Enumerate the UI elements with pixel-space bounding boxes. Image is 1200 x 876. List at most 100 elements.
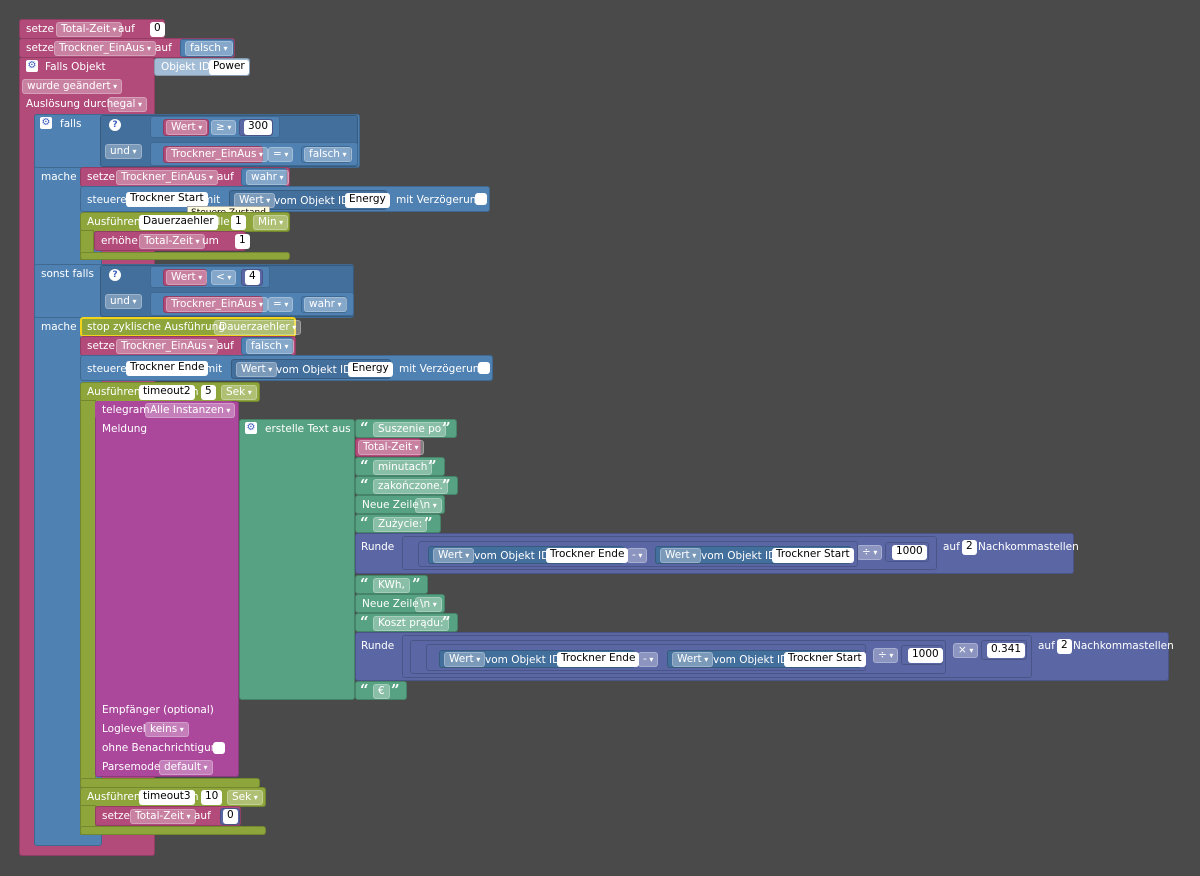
text-field[interactable]: Suszenie po [373, 422, 447, 437]
number-block[interactable]: 300 [239, 119, 273, 136]
newline-dropdown[interactable]: \n [415, 498, 442, 513]
timeout-number[interactable]: 10 [201, 790, 223, 805]
text-block[interactable]: “ Suszenie po ” [355, 419, 457, 438]
timeout-name-field[interactable]: timeout3 [139, 790, 195, 805]
target-object-field[interactable]: Trockner Start [126, 192, 208, 207]
interval-block[interactable]: Ausführen Dauerzaehler alle 1 Min [80, 212, 290, 232]
text-block[interactable]: “ zakończone. ” [355, 476, 458, 495]
boolean-block[interactable]: wahr [241, 168, 289, 186]
boolean-block[interactable]: wahr [301, 296, 347, 313]
object-id-field[interactable]: Energy [348, 362, 393, 377]
variable-dropdown[interactable]: Total-Zeit [56, 22, 122, 37]
object-id-field[interactable]: Power [209, 60, 249, 75]
object-id-field[interactable]: Trockner Ende [546, 548, 629, 563]
variable-dropdown[interactable]: Trockner_EinAus [166, 147, 268, 162]
set-total-zeit-block[interactable]: setze Total-Zeit auf 0 [19, 19, 165, 39]
variable-block[interactable]: Trockner_EinAus [163, 296, 268, 313]
delay-checkbox[interactable] [475, 193, 487, 205]
stop-interval-block[interactable]: stop zyklische Ausführung Dauerzaehler [80, 317, 302, 337]
logic-dropdown[interactable]: und [105, 294, 142, 309]
create-text-block[interactable] [239, 419, 355, 700]
variable-dropdown[interactable]: Total-Zeit [358, 440, 424, 455]
value-block[interactable]: Wert [163, 119, 209, 136]
text-block[interactable]: “ Koszt prądu: ” [355, 613, 458, 632]
interval-name-dropdown[interactable]: Dauerzaehler [214, 320, 302, 335]
target-object-field[interactable]: Trockner Ende [126, 361, 209, 376]
unit-dropdown[interactable]: Min [253, 215, 289, 230]
timeout-name-field[interactable]: timeout2 [139, 385, 195, 400]
get-value-block[interactable]: Wert vom Objekt ID Trockner Ende [439, 650, 640, 668]
value-dropdown[interactable]: Wert [166, 270, 208, 285]
digits-field[interactable]: 2 [962, 540, 977, 555]
number-input[interactable]: 1000 [908, 648, 943, 663]
value-dropdown[interactable]: Wert [672, 652, 714, 667]
gear-icon[interactable]: ⚙ [40, 117, 52, 129]
boolean-dropdown[interactable]: falsch [185, 41, 233, 56]
value-dropdown[interactable]: Wert [236, 362, 278, 377]
divide-operator[interactable]: ÷ [857, 545, 883, 560]
text-field[interactable]: minutach [373, 460, 433, 475]
number-block[interactable]: 0.341 [981, 640, 1027, 660]
operator-dropdown[interactable]: = [268, 297, 294, 312]
boolean-dropdown[interactable]: falsch [304, 147, 352, 162]
set-trockner-falsch-block[interactable]: setze Trockner_EinAus auf falsch [80, 336, 296, 356]
number-input[interactable]: 300 [244, 120, 273, 135]
object-id-field[interactable]: Energy [345, 193, 390, 208]
delay-checkbox[interactable] [478, 362, 490, 374]
boolean-dropdown[interactable]: wahr [246, 170, 289, 185]
subtract-block[interactable]: Wert vom Objekt ID Trockner Ende - Wert … [426, 644, 866, 671]
get-value-block[interactable]: Wert vom Objekt ID Trockner Start [655, 546, 854, 564]
boolean-dropdown[interactable]: falsch [246, 339, 294, 354]
operator-dropdown[interactable]: = [268, 147, 294, 162]
help-icon[interactable]: ? [109, 119, 121, 131]
control-block[interactable]: steuere Trockner Ende mit Wert vom Objek… [80, 355, 493, 381]
boolean-dropdown[interactable]: wahr [304, 297, 347, 312]
newline-dropdown[interactable]: \n [415, 597, 442, 612]
gear-icon[interactable]: ⚙ [245, 422, 257, 434]
object-id-field[interactable]: Trockner Ende [557, 652, 640, 667]
number-input[interactable]: 1 [235, 234, 250, 249]
change-type-dropdown[interactable]: wurde geändert [22, 79, 123, 94]
number-input[interactable]: 4 [245, 270, 260, 285]
loglevel-dropdown[interactable]: keins [145, 722, 189, 737]
interval-name-field[interactable]: Dauerzaehler [139, 215, 218, 230]
text-field[interactable]: zakończone. [373, 479, 448, 494]
boolean-block[interactable]: falsch [301, 146, 352, 163]
variable-dropdown[interactable]: Trockner_EinAus [54, 41, 156, 56]
number-block[interactable]: 1000 [885, 542, 929, 562]
number-block[interactable]: 4 [241, 269, 263, 286]
newline-block[interactable]: Neue Zeile \n [355, 495, 445, 514]
control-block[interactable]: steuere Trockner Start mit Wert vom Obje… [80, 186, 490, 212]
number-block[interactable]: 0 [220, 808, 240, 825]
interval-number[interactable]: 1 [231, 215, 246, 230]
divide-operator[interactable]: ÷ [873, 648, 899, 663]
value-block[interactable]: Wert [163, 269, 208, 286]
telegram-block[interactable] [95, 401, 239, 777]
variable-dropdown[interactable]: Trockner_EinAus [116, 339, 218, 354]
multiply-operator[interactable]: × [953, 643, 979, 658]
increment-block[interactable]: erhöhe Total-Zeit um 1 [94, 231, 250, 251]
value-dropdown[interactable]: Wert [444, 652, 486, 667]
variable-dropdown[interactable]: Trockner_EinAus [116, 170, 218, 185]
variable-block[interactable]: Total-Zeit [355, 438, 424, 457]
timeout-block[interactable]: Ausführen timeout3 in 10 Sek [80, 787, 266, 807]
compare-block[interactable]: Wert < 4 [150, 266, 270, 288]
compare-block[interactable]: Trockner_EinAus = wahr [150, 292, 354, 316]
value-dropdown[interactable]: Wert [166, 120, 208, 135]
variable-dropdown[interactable]: Total-Zeit [130, 809, 196, 824]
minus-operator[interactable]: - [638, 652, 659, 667]
number-input[interactable]: 0.341 [987, 643, 1026, 658]
operator-dropdown[interactable]: < [211, 270, 237, 285]
number-input[interactable]: 1000 [892, 545, 927, 560]
timeout-block[interactable]: Ausführen timeout2 in 5 Sek [80, 382, 260, 402]
subtract-block[interactable]: Wert vom Objekt ID Trockner Ende - Wert … [418, 541, 858, 567]
get-value-block[interactable]: Wert vom Objekt ID Trockner Start [667, 650, 866, 668]
boolean-block[interactable]: falsch [180, 39, 234, 57]
parsemode-dropdown[interactable]: default [159, 760, 213, 775]
object-id-field[interactable]: Trockner Start [784, 652, 866, 667]
text-block[interactable]: “ minutach ” [355, 457, 445, 476]
object-id-block[interactable]: Objekt ID Power [154, 58, 250, 76]
digits-field[interactable]: 2 [1057, 639, 1072, 654]
get-value-block[interactable]: Wert vom Objekt ID Trockner Ende [428, 546, 629, 564]
number-input[interactable]: 0 [150, 22, 165, 37]
